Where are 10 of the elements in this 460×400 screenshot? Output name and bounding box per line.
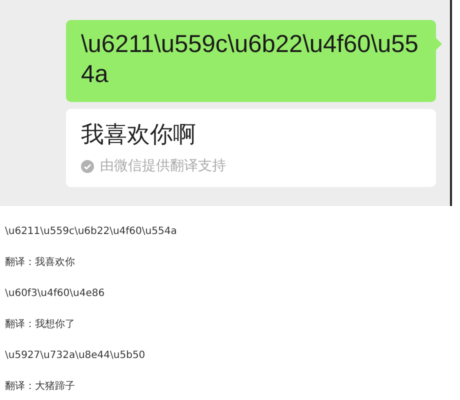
text-line: 翻译：我喜欢你 (5, 257, 75, 269)
text-line: \u6211\u559c\u6b22\u4f60\u554a (5, 226, 177, 238)
translation-note: 由微信提供翻译支持 (100, 157, 226, 175)
text-line: \u5927\u732a\u8e44\u5b50 (5, 350, 146, 362)
text-line: 翻译：大猪蹄子 (5, 381, 75, 393)
check-icon (81, 160, 94, 172)
text-line: \u60f3\u4f60\u4e86 (5, 288, 105, 300)
translation-text: 我喜欢你啊 (81, 121, 197, 150)
text-line: 翻译：我想你了 (5, 319, 75, 331)
bubble-tail (436, 38, 442, 50)
